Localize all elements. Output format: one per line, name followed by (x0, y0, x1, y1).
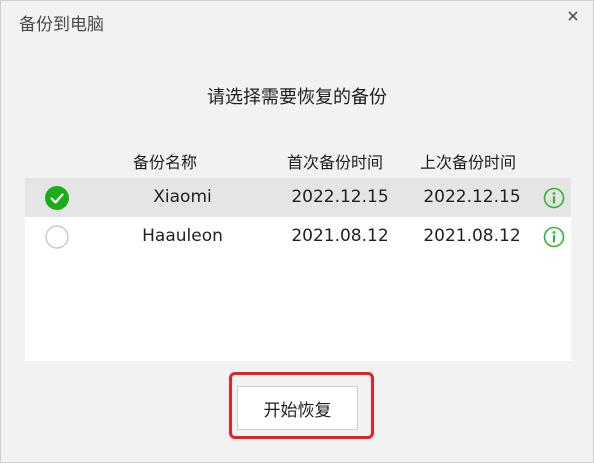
close-icon (568, 11, 578, 21)
window-title: 备份到电脑 (19, 15, 104, 35)
first-backup-time: 2021.08.12 (291, 226, 389, 246)
last-backup-time: 2022.12.15 (423, 187, 521, 207)
backup-restore-dialog: 备份到电脑 请选择需要恢复的备份 备份名称 首次备份时间 上次备份时间 Xiao… (0, 0, 594, 463)
backup-row-haauleon[interactable]: Haauleon 2021.08.12 2021.08.12 (25, 217, 571, 256)
backup-list-header: 备份名称 首次备份时间 上次备份时间 (25, 151, 571, 175)
start-restore-button[interactable]: 开始恢复 (237, 386, 358, 430)
close-button[interactable] (562, 5, 584, 27)
title-bar: 备份到电脑 (1, 1, 593, 49)
column-header-last-backup: 上次备份时间 (420, 153, 517, 172)
info-icon[interactable] (543, 226, 565, 248)
backup-row-xiaomi[interactable]: Xiaomi 2022.12.15 2022.12.15 (25, 178, 571, 217)
radio-checked-icon[interactable] (45, 186, 69, 210)
backup-list: Xiaomi 2022.12.15 2022.12.15 Haauleon 20… (25, 178, 571, 361)
column-header-first-backup: 首次备份时间 (287, 153, 384, 172)
backup-name: Haauleon (142, 226, 223, 246)
info-icon[interactable] (543, 187, 565, 209)
last-backup-time: 2021.08.12 (423, 226, 521, 246)
radio-unchecked-icon[interactable] (45, 225, 69, 249)
column-header-name: 备份名称 (133, 153, 198, 172)
backup-name: Xiaomi (153, 187, 212, 207)
first-backup-time: 2022.12.15 (291, 187, 389, 207)
restore-prompt: 请选择需要恢复的备份 (207, 87, 387, 108)
